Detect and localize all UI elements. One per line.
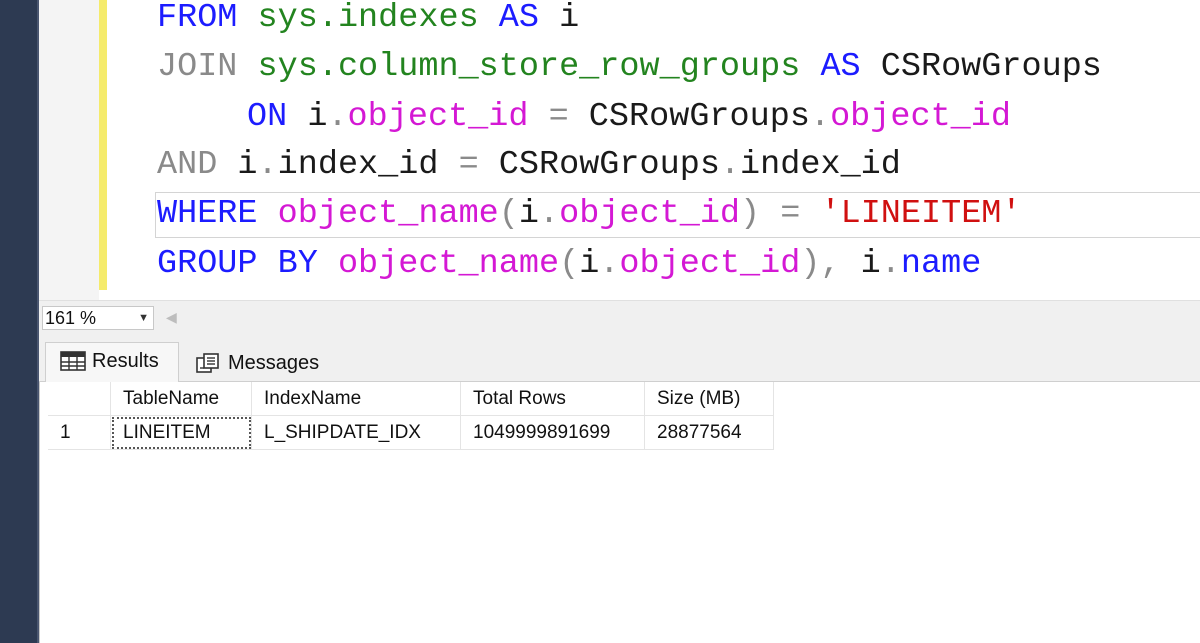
code-token: i <box>579 245 600 283</box>
zoom-value: 161 % <box>45 308 97 328</box>
code-token: ( <box>498 195 519 233</box>
code-token: AS <box>820 48 861 86</box>
change-tracking-bar <box>99 0 107 290</box>
code-line[interactable]: AND i.index_id = CSRowGroups.index_id <box>157 141 901 190</box>
code-token: ), <box>800 245 841 283</box>
code-token: CSRowGroups <box>478 146 720 184</box>
column-header[interactable]: TableName <box>111 382 252 416</box>
code-token: = <box>458 146 479 184</box>
code-token: object_name <box>277 195 499 233</box>
results-tabs: Results Messages <box>39 336 1200 382</box>
code-token: object_id <box>347 98 529 136</box>
code-token: AND <box>157 146 218 184</box>
code-token: i <box>539 0 580 37</box>
table-cell[interactable]: 28877564 <box>645 416 774 450</box>
tab-results-label: Results <box>92 350 159 372</box>
code-token: sys.indexes <box>257 0 479 37</box>
code-line[interactable]: GROUP BY object_name(i.object_id), i.nam… <box>157 240 981 289</box>
code-token: 'LINEITEM' <box>820 195 1022 233</box>
column-header[interactable]: Total Rows <box>461 382 645 416</box>
code-token: = <box>780 195 801 233</box>
column-header[interactable]: IndexName <box>252 382 461 416</box>
code-token: object_id <box>559 195 741 233</box>
zoom-dropdown[interactable]: 161 % ▼ <box>42 306 154 330</box>
column-header[interactable]: Size (MB) <box>645 382 774 416</box>
code-line[interactable]: ON i.object_id = CSRowGroups.object_id <box>157 93 1011 142</box>
code-token: WHERE <box>157 195 258 233</box>
table-cell[interactable]: LINEITEM <box>111 416 252 450</box>
tab-messages-label: Messages <box>228 352 320 374</box>
tab-results[interactable]: Results <box>45 342 179 382</box>
zoom-bar: 161 % ▼ ◀ <box>39 300 1200 337</box>
code-token: . <box>539 195 560 233</box>
code-token: object_id <box>619 245 801 283</box>
ssms-window: FROM sys.indexes AS i JOIN sys.column_st… <box>0 0 1200 643</box>
grid-icon <box>60 351 86 371</box>
code-token: . <box>809 98 831 136</box>
code-token: i <box>518 195 539 233</box>
code-token: . <box>257 146 278 184</box>
messages-icon <box>196 353 219 373</box>
code-token: . <box>327 98 348 136</box>
code-line[interactable]: JOIN sys.column_store_row_groups AS CSRo… <box>157 43 1102 92</box>
table-cell[interactable]: 1049999891699 <box>461 416 645 450</box>
code-token: FROM <box>157 0 238 37</box>
code-line[interactable]: WHERE object_name(i.object_id) = 'LINEIT… <box>157 190 1022 239</box>
left-window-frame <box>0 0 37 643</box>
code-token: AS <box>498 0 539 37</box>
code-token: i <box>840 245 881 283</box>
code-token: . <box>719 146 741 184</box>
code-token: ) <box>740 195 761 233</box>
row-number-header[interactable] <box>48 382 111 416</box>
editor-gutter <box>39 0 99 300</box>
code-token: CSRowGroups <box>568 98 810 136</box>
code-token: . <box>880 245 901 283</box>
code-token: index_id <box>277 146 439 184</box>
code-token: name <box>900 245 982 283</box>
chevron-down-icon[interactable]: ▼ <box>138 307 149 329</box>
code-line[interactable]: FROM sys.indexes AS i <box>157 0 579 43</box>
scroll-left-icon[interactable]: ◀ <box>166 309 177 326</box>
query-editor[interactable]: FROM sys.indexes AS i JOIN sys.column_st… <box>39 0 1200 300</box>
code-token: = <box>548 98 569 136</box>
code-token: i <box>217 146 258 184</box>
code-token: JOIN <box>157 48 238 86</box>
code-token: ( <box>559 245 580 283</box>
code-token: ON <box>247 98 288 136</box>
code-token: . <box>599 245 620 283</box>
results-grid-pane: TableName IndexName Total Rows Size (MB)… <box>39 382 1200 643</box>
code-token: index_id <box>740 146 901 184</box>
tab-messages[interactable]: Messages <box>182 345 336 382</box>
code-token: sys.column_store_row_groups <box>257 48 801 86</box>
table-cell[interactable]: L_SHIPDATE_IDX <box>252 416 461 450</box>
code-token: GROUP BY <box>157 245 318 283</box>
code-token: object_id <box>830 98 1011 136</box>
sql-code[interactable]: FROM sys.indexes AS i JOIN sys.column_st… <box>157 0 1200 300</box>
code-token: object_name <box>337 245 560 283</box>
code-token: CSRowGroups <box>860 48 1102 86</box>
code-token: i <box>287 98 328 136</box>
row-number[interactable]: 1 <box>48 416 111 450</box>
